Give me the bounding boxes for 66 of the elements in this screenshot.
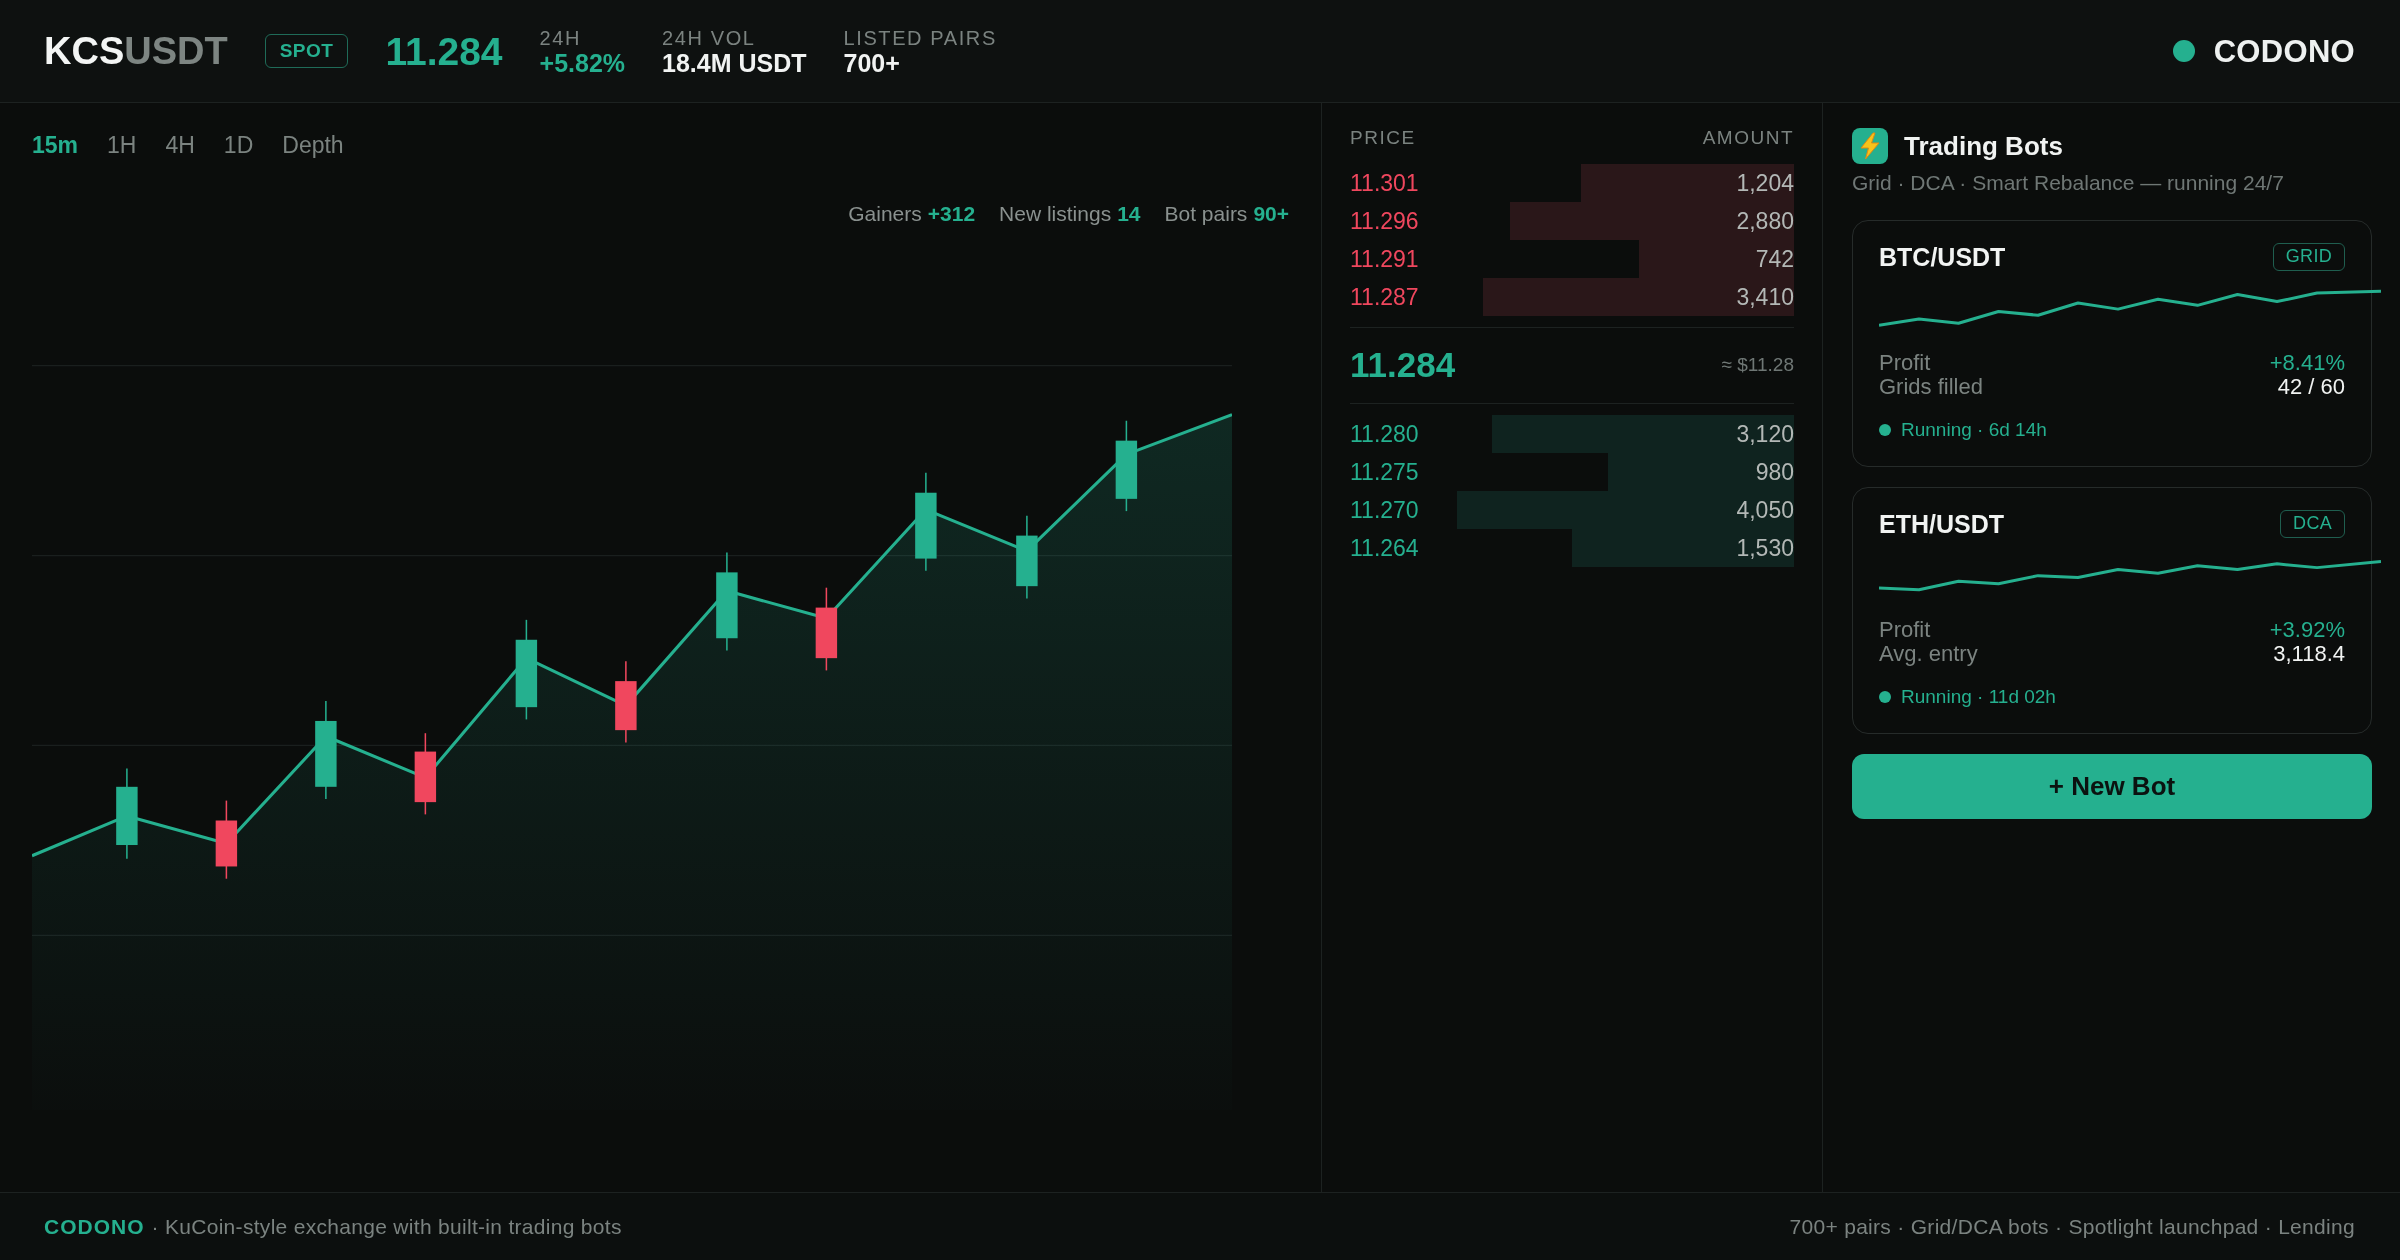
price-cell-text: 11.291 xyxy=(1350,245,1419,274)
highlight-value: +312 xyxy=(927,201,976,227)
timeframe-tab[interactable]: 1D xyxy=(223,127,254,163)
highlight-value: 90+ xyxy=(1253,201,1289,227)
status-text: Running · 6d 14h xyxy=(1901,417,2047,442)
price-cell-text: 11.287 xyxy=(1350,283,1419,312)
price-cell-text: 11.270 xyxy=(1350,496,1419,525)
status-dot-icon xyxy=(1879,691,1891,703)
metric-value: 3,118.4 xyxy=(2273,642,2345,666)
footer-features-text: 700+ pairs · Grid/DCA bots · Spotlight launchpad · Lending xyxy=(1789,1213,2355,1240)
timeframe-tab[interactable]: 15m xyxy=(32,127,79,163)
new-bot-button[interactable]: + New Bot xyxy=(1852,754,2372,819)
price-cell-text: 11.264 xyxy=(1350,534,1419,563)
highlight-label: New listings xyxy=(999,201,1112,227)
amount-cell-text: 742 xyxy=(1755,245,1794,274)
price-cell-text: 11.275 xyxy=(1350,458,1419,487)
logo-text: CODONO xyxy=(2213,35,2355,67)
pair-base-text: KCS xyxy=(44,32,125,70)
metric-value: +3.92% xyxy=(2269,618,2345,642)
amount-cell-text: 1,204 xyxy=(1736,169,1794,198)
amount-cell-text: 980 xyxy=(1755,458,1794,487)
amount-cell-text: 4,050 xyxy=(1736,496,1794,525)
stat-value: 700+ xyxy=(843,50,901,76)
metric-value: 42 / 60 xyxy=(2277,375,2345,399)
panel-title: Trading Bots xyxy=(1904,129,2063,163)
column-header: PRICE xyxy=(1350,126,1416,150)
timeframe-tab[interactable]: Depth xyxy=(282,127,344,163)
metric-label: Avg. entry xyxy=(1879,642,1978,666)
metric-value: +8.41% xyxy=(2269,351,2345,375)
bot-pair-title: ETH/USDT xyxy=(1879,510,2004,538)
timeframe-tab[interactable]: 4H xyxy=(165,127,195,163)
amount-cell-text: 2,880 xyxy=(1736,207,1794,236)
amount-cell-text: 3,410 xyxy=(1736,283,1794,312)
panel-subtitle: Grid · DCA · Smart Rebalance — running 24/7 xyxy=(1852,171,2285,195)
strategy-badge: GRID xyxy=(2272,243,2345,271)
status-text: Running · 11d 02h xyxy=(1901,684,2056,709)
logo-dot-icon xyxy=(2172,40,2195,62)
timeframe-tab[interactable]: 1H xyxy=(107,127,137,163)
column-header: AMOUNT xyxy=(1702,126,1794,150)
metric-label: Grids filled xyxy=(1879,375,1983,399)
price-cell-text: 11.280 xyxy=(1350,420,1419,449)
metric-label: Profit xyxy=(1879,351,1931,375)
amount-cell-text: 3,120 xyxy=(1736,420,1794,449)
amount-cell-text: 1,530 xyxy=(1736,534,1794,563)
last-price-text: 11.284 xyxy=(385,31,503,71)
stat-value: 18.4M USDT xyxy=(662,50,807,76)
stat-label: 24H xyxy=(539,26,583,50)
price-cell-text: 11.296 xyxy=(1350,207,1419,236)
price-cell-text: 11.301 xyxy=(1350,169,1419,198)
stat-label: LISTED PAIRS xyxy=(843,26,997,50)
lightning-icon xyxy=(1852,128,1888,164)
pair-quote-text: USDT xyxy=(124,32,228,70)
stat-value: +5.82% xyxy=(539,50,626,76)
footer-brand-text: CODONO xyxy=(44,1213,145,1240)
highlight-label: Gainers xyxy=(848,201,922,227)
highlight-value: 14 xyxy=(1117,201,1141,227)
fiat-price-text: ≈ $11.28 xyxy=(1721,353,1794,378)
last-price-text: 11.284 xyxy=(1350,344,1456,387)
status-dot-icon xyxy=(1879,424,1891,436)
strategy-badge: DCA xyxy=(2280,510,2345,538)
metric-label: Profit xyxy=(1879,618,1931,642)
market-type-badge: SPOT xyxy=(264,34,349,68)
bot-pair-title: BTC/USDT xyxy=(1879,243,2006,271)
highlight-label: Bot pairs xyxy=(1164,201,1248,227)
footer-tagline: · KuCoin-style exchange with built-in trading bots xyxy=(151,1213,622,1240)
stat-label: 24H VOL xyxy=(662,26,757,50)
